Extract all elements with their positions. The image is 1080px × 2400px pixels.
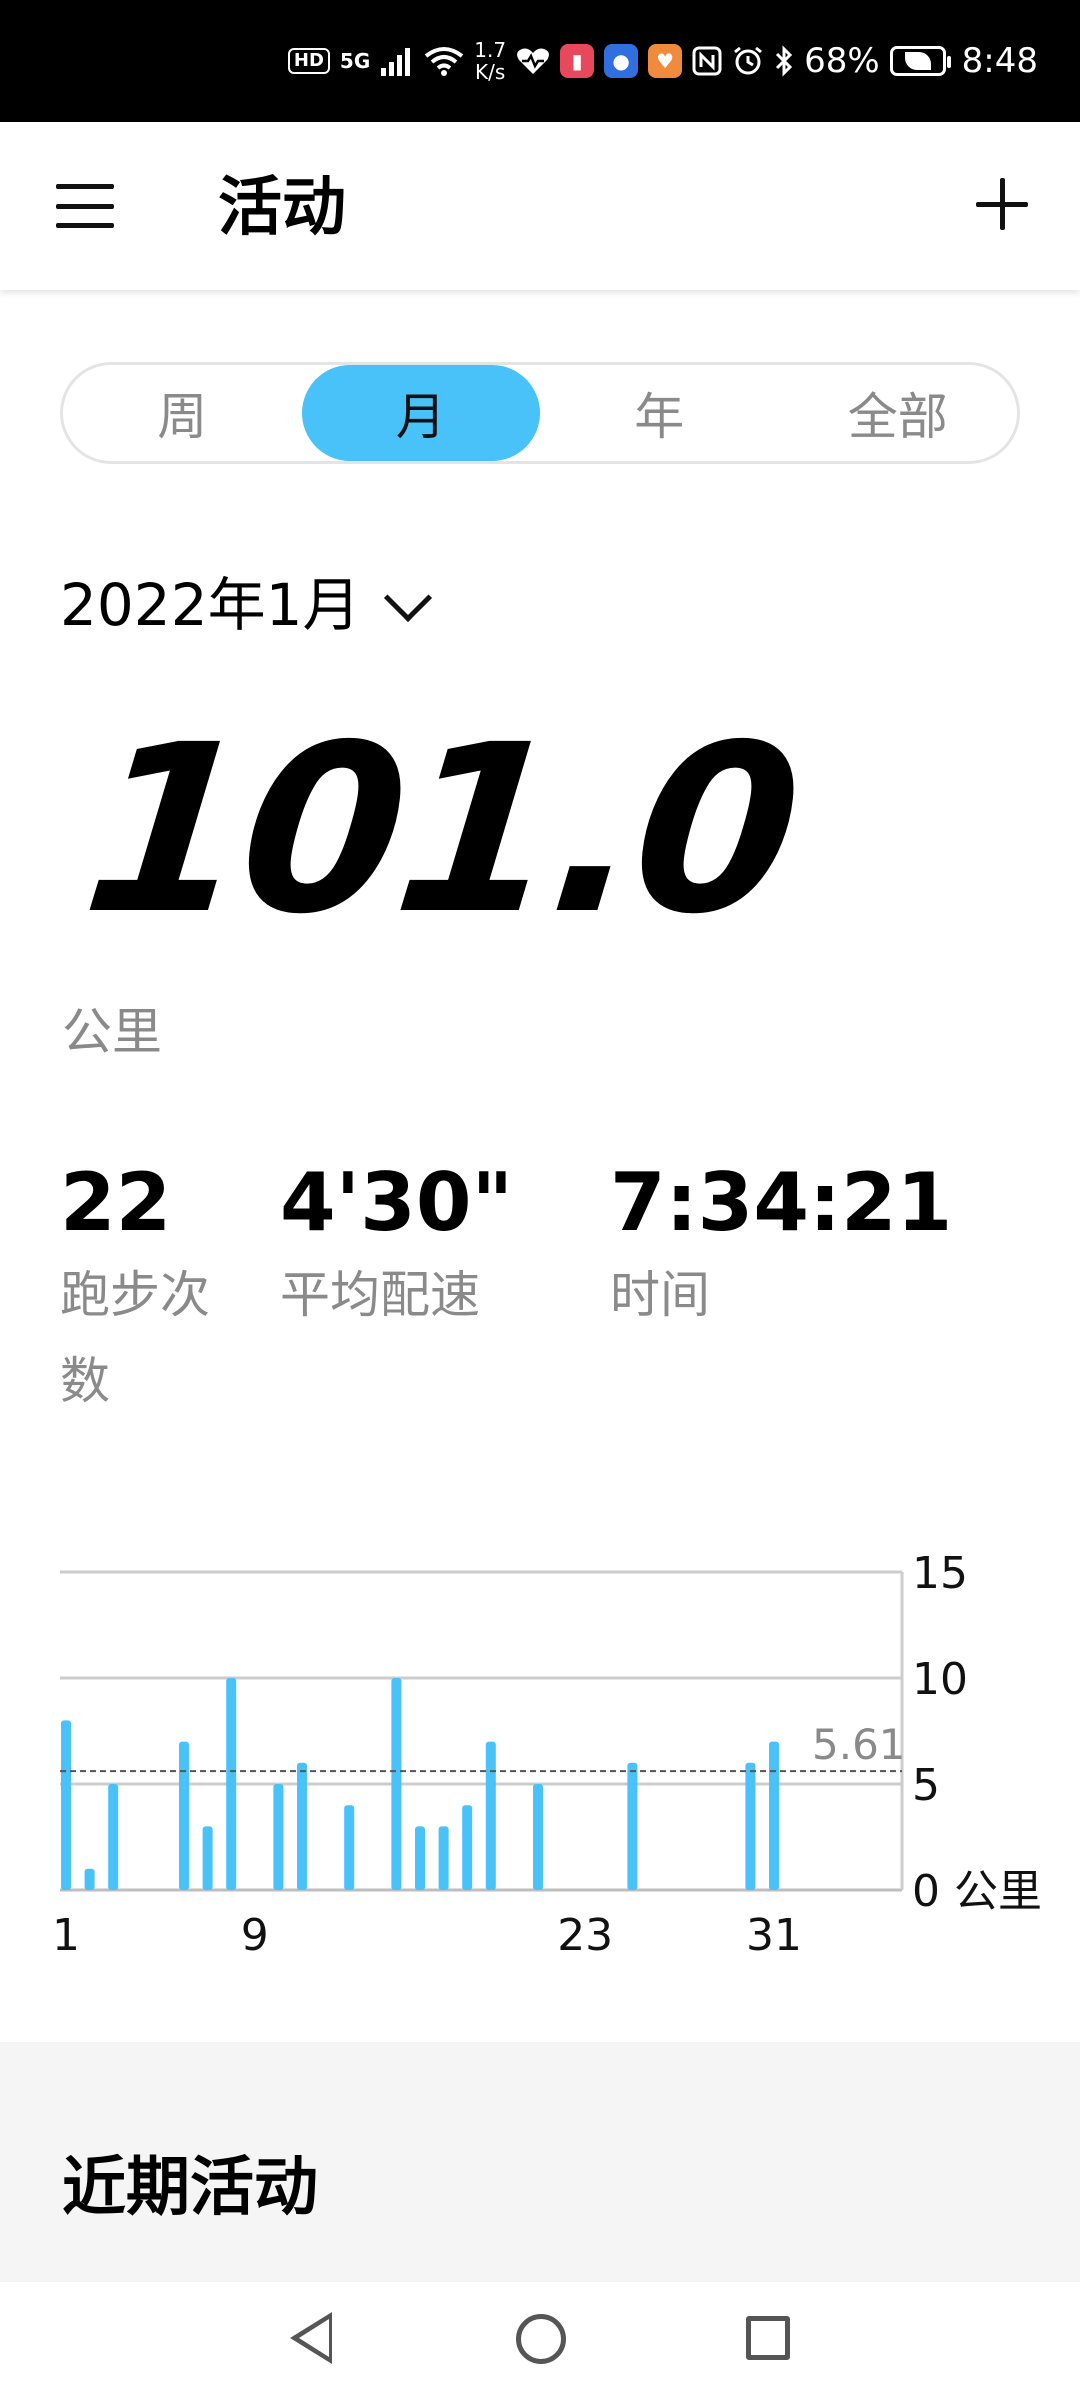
chart-bar xyxy=(438,1826,449,1890)
bluetooth-icon xyxy=(774,45,794,77)
x-tick-label: 23 xyxy=(557,1910,613,1961)
chart-bar xyxy=(179,1741,189,1890)
stat-label: 跑步次数 xyxy=(60,1266,210,1410)
health-app-icon: ♥ xyxy=(648,44,683,78)
monthly-distance-chart[interactable]: 0 公里 5 10 15 5.61 1 9 23 31 xyxy=(0,1530,1080,1970)
speed-value: 1.7 xyxy=(474,38,507,62)
chart-bar xyxy=(273,1784,284,1890)
tab-week[interactable]: 周 xyxy=(63,365,302,461)
chart-bar xyxy=(745,1762,756,1890)
chart-bar xyxy=(462,1805,473,1890)
stat-label: 时间 xyxy=(610,1266,710,1324)
y-tick-label: 10 xyxy=(912,1654,968,1705)
chevron-down-icon xyxy=(383,573,432,623)
hamburger-menu-icon[interactable] xyxy=(56,184,114,228)
chart-bar xyxy=(202,1826,213,1890)
battery-icon xyxy=(889,46,951,76)
stat-label: 平均配速 xyxy=(280,1266,480,1324)
chart-bar xyxy=(485,1741,496,1890)
book-app-icon: ▮ xyxy=(560,44,595,78)
stat-value: 22 xyxy=(60,1156,172,1249)
stat-value: 4'30" xyxy=(280,1156,514,1249)
status-icons: HD 5G 1.7 K/s ▮ ● ♥ 68% 8:48 xyxy=(287,0,1038,122)
wifi-icon xyxy=(424,46,464,76)
chart-bar xyxy=(61,1720,71,1890)
total-distance: 101.0 xyxy=(73,695,807,965)
chart-bar xyxy=(769,1741,779,1890)
speed-unit: K/s xyxy=(475,60,506,84)
recents-square-icon[interactable] xyxy=(746,2316,790,2360)
distance-unit: 公里 xyxy=(62,1003,162,1061)
nfc-icon xyxy=(692,46,722,76)
heart-rate-icon xyxy=(516,46,550,76)
chart-bar xyxy=(415,1826,425,1890)
chart-bar xyxy=(226,1678,237,1890)
stat-value: 7:34:21 xyxy=(610,1156,953,1249)
stat-duration: 7:34:21 时间 xyxy=(610,1158,952,1338)
status-bar: HD 5G 1.7 K/s ▮ ● ♥ 68% 8:48 xyxy=(0,0,1080,122)
back-triangle-icon[interactable] xyxy=(290,2312,332,2364)
y-tick-label: 5 xyxy=(912,1760,940,1811)
x-tick-label: 31 xyxy=(746,1910,802,1961)
y-tick-label: 0 公里 xyxy=(912,1866,1042,1917)
chart-bar xyxy=(391,1678,402,1890)
battery-percent: 68% xyxy=(804,41,880,81)
hd-icon: HD xyxy=(287,48,330,74)
stat-avg-pace: 4'30" 平均配速 xyxy=(280,1158,513,1338)
chart-bar xyxy=(297,1762,307,1890)
chart-svg: 0 公里 5 10 15 5.61 1 9 23 31 xyxy=(52,1548,1042,1961)
average-label: 5.61 xyxy=(812,1720,906,1769)
chart-bar xyxy=(533,1784,543,1890)
network-speed: 1.7 K/s xyxy=(474,39,506,83)
tab-year[interactable]: 年 xyxy=(540,365,779,461)
system-nav-bar xyxy=(0,2282,1080,2400)
chart-bar xyxy=(108,1784,119,1890)
y-tick-label: 15 xyxy=(912,1548,968,1599)
month-selector[interactable]: 2022年1月 xyxy=(60,570,432,640)
x-tick-label: 1 xyxy=(52,1910,80,1961)
stat-run-count: 22 跑步次数 xyxy=(60,1158,240,1424)
month-label: 2022年1月 xyxy=(60,571,361,639)
chart-bar xyxy=(344,1805,355,1890)
alarm-icon xyxy=(732,45,764,77)
tab-all[interactable]: 全部 xyxy=(779,365,1018,461)
network-type: 5G xyxy=(339,49,371,73)
chart-bar xyxy=(84,1868,95,1890)
clock: 8:48 xyxy=(961,41,1038,81)
bulb-app-icon: ● xyxy=(604,44,639,78)
recent-activities-title: 近期活动 xyxy=(62,2151,318,2225)
chart-bar xyxy=(627,1762,638,1890)
page-title: 活动 xyxy=(218,171,346,245)
signal-icon xyxy=(380,46,414,76)
recent-activities-section: 近期活动 xyxy=(0,2042,1080,2282)
x-tick-label: 9 xyxy=(241,1910,269,1961)
tab-month[interactable]: 月 xyxy=(301,365,540,461)
plus-icon[interactable] xyxy=(976,178,1028,230)
app-header: 活动 xyxy=(0,122,1080,290)
period-tabs: 周 月 年 全部 xyxy=(60,362,1020,464)
home-circle-icon[interactable] xyxy=(516,2314,566,2364)
